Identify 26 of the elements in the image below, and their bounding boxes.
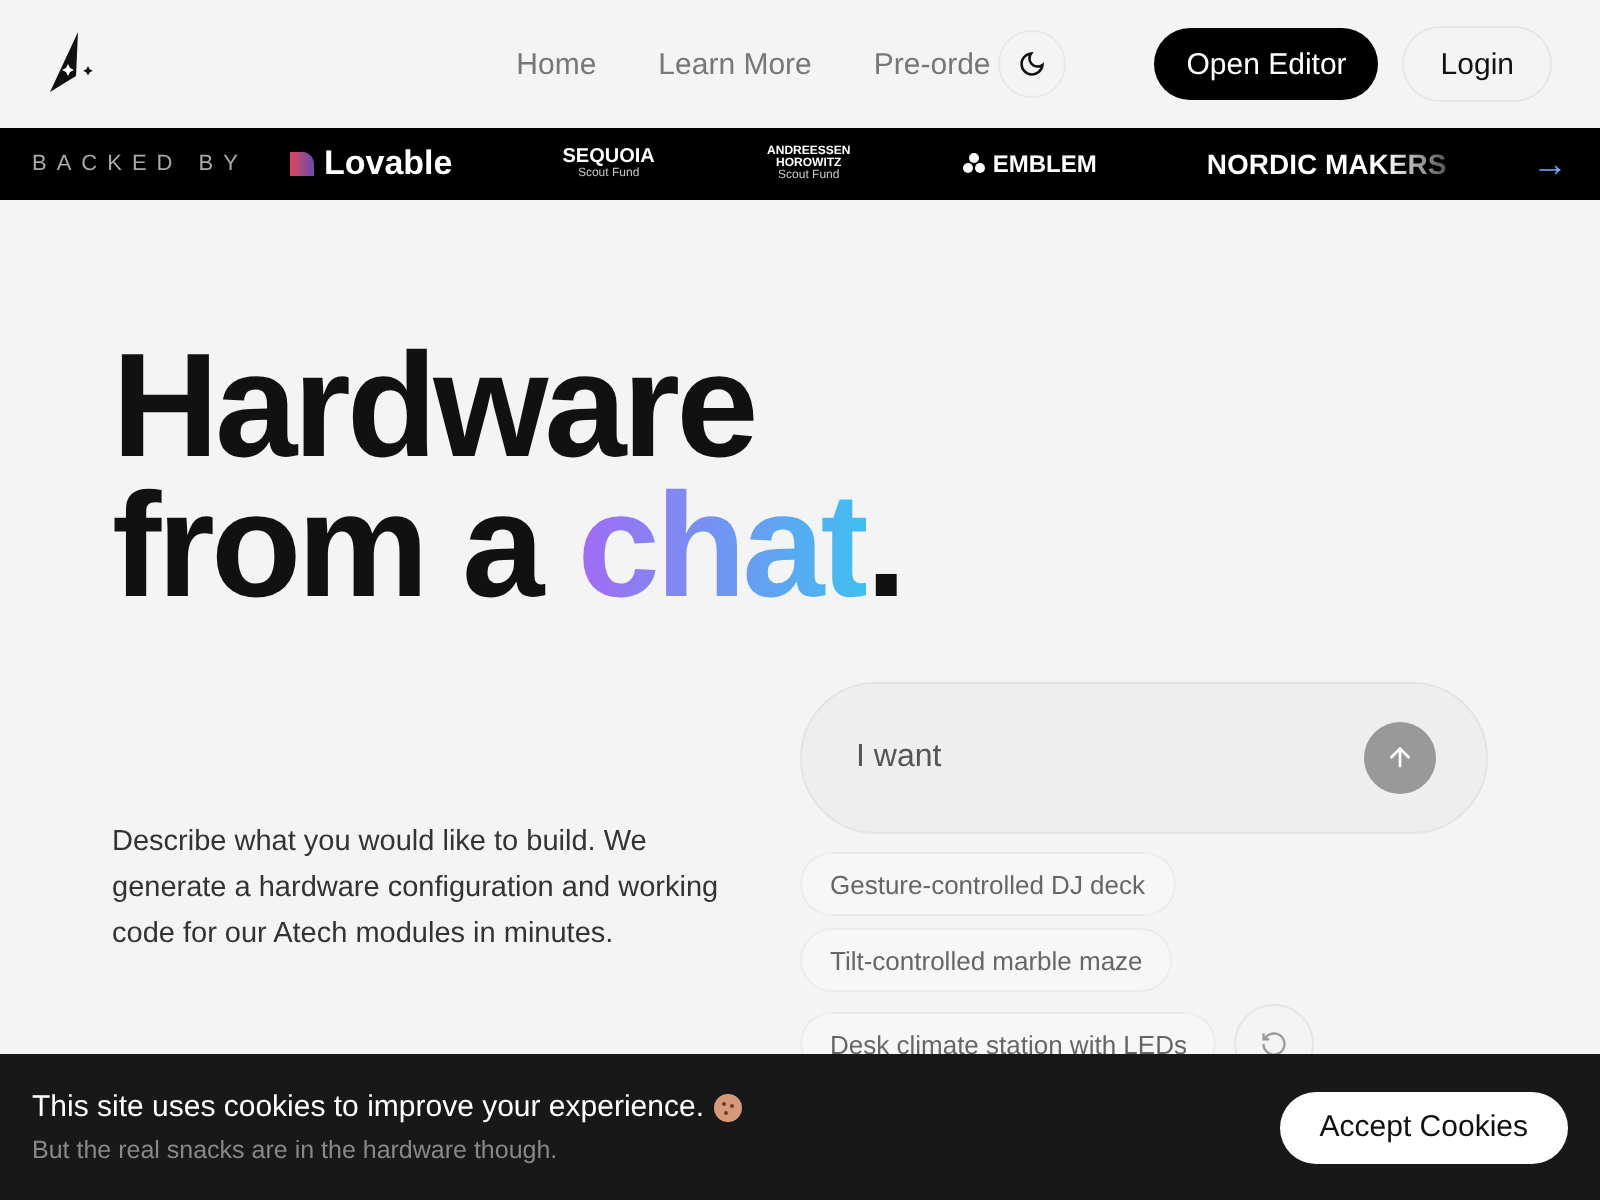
refresh-icon [1260, 1030, 1289, 1058]
logo-text: EMBLEM [992, 150, 1097, 178]
theme-toggle-button[interactable] [998, 30, 1067, 98]
accept-cookies-button[interactable]: Accept Cookies [1279, 1091, 1568, 1163]
heart-icon [288, 150, 316, 178]
hero-heading: Hardware from a chat. [112, 336, 905, 616]
next-arrow[interactable]: → [1532, 143, 1568, 185]
nav-link[interactable]: Learn More [658, 47, 812, 81]
logo-text: SEQUOIA [562, 148, 655, 168]
flower-icon [962, 152, 987, 176]
suggestion-chip[interactable]: Tilt-controlled marble maze [800, 928, 1173, 992]
prompt-input[interactable]: I want [852, 738, 1364, 778]
login-button[interactable]: Login [1402, 26, 1552, 102]
logo-text: NORDIC MAKERS [1206, 148, 1447, 180]
hero-description: Describe what you would like to build. We generate a hardware configuration and working code for our Atech modules in minutes. [112, 824, 721, 954]
nav-link[interactable]: Home [516, 47, 597, 81]
logo-text: Lovable [324, 144, 453, 184]
cookie-message: This site uses cookies to improve your experience. [32, 1090, 704, 1124]
open-editor-button[interactable]: Open Editor [1154, 28, 1379, 100]
suggestion-chip[interactable]: Gesture-controlled DJ deck [800, 852, 1176, 916]
backed-by-label: BACKED BY [32, 152, 250, 176]
moon-icon [1018, 50, 1047, 78]
cookie-note: But the real snacks are in the hardware though. [32, 1136, 560, 1164]
logo-icon[interactable] [48, 32, 96, 96]
nav-link[interactable]: Pre-orde [873, 47, 991, 81]
cookie-icon [713, 1093, 742, 1121]
